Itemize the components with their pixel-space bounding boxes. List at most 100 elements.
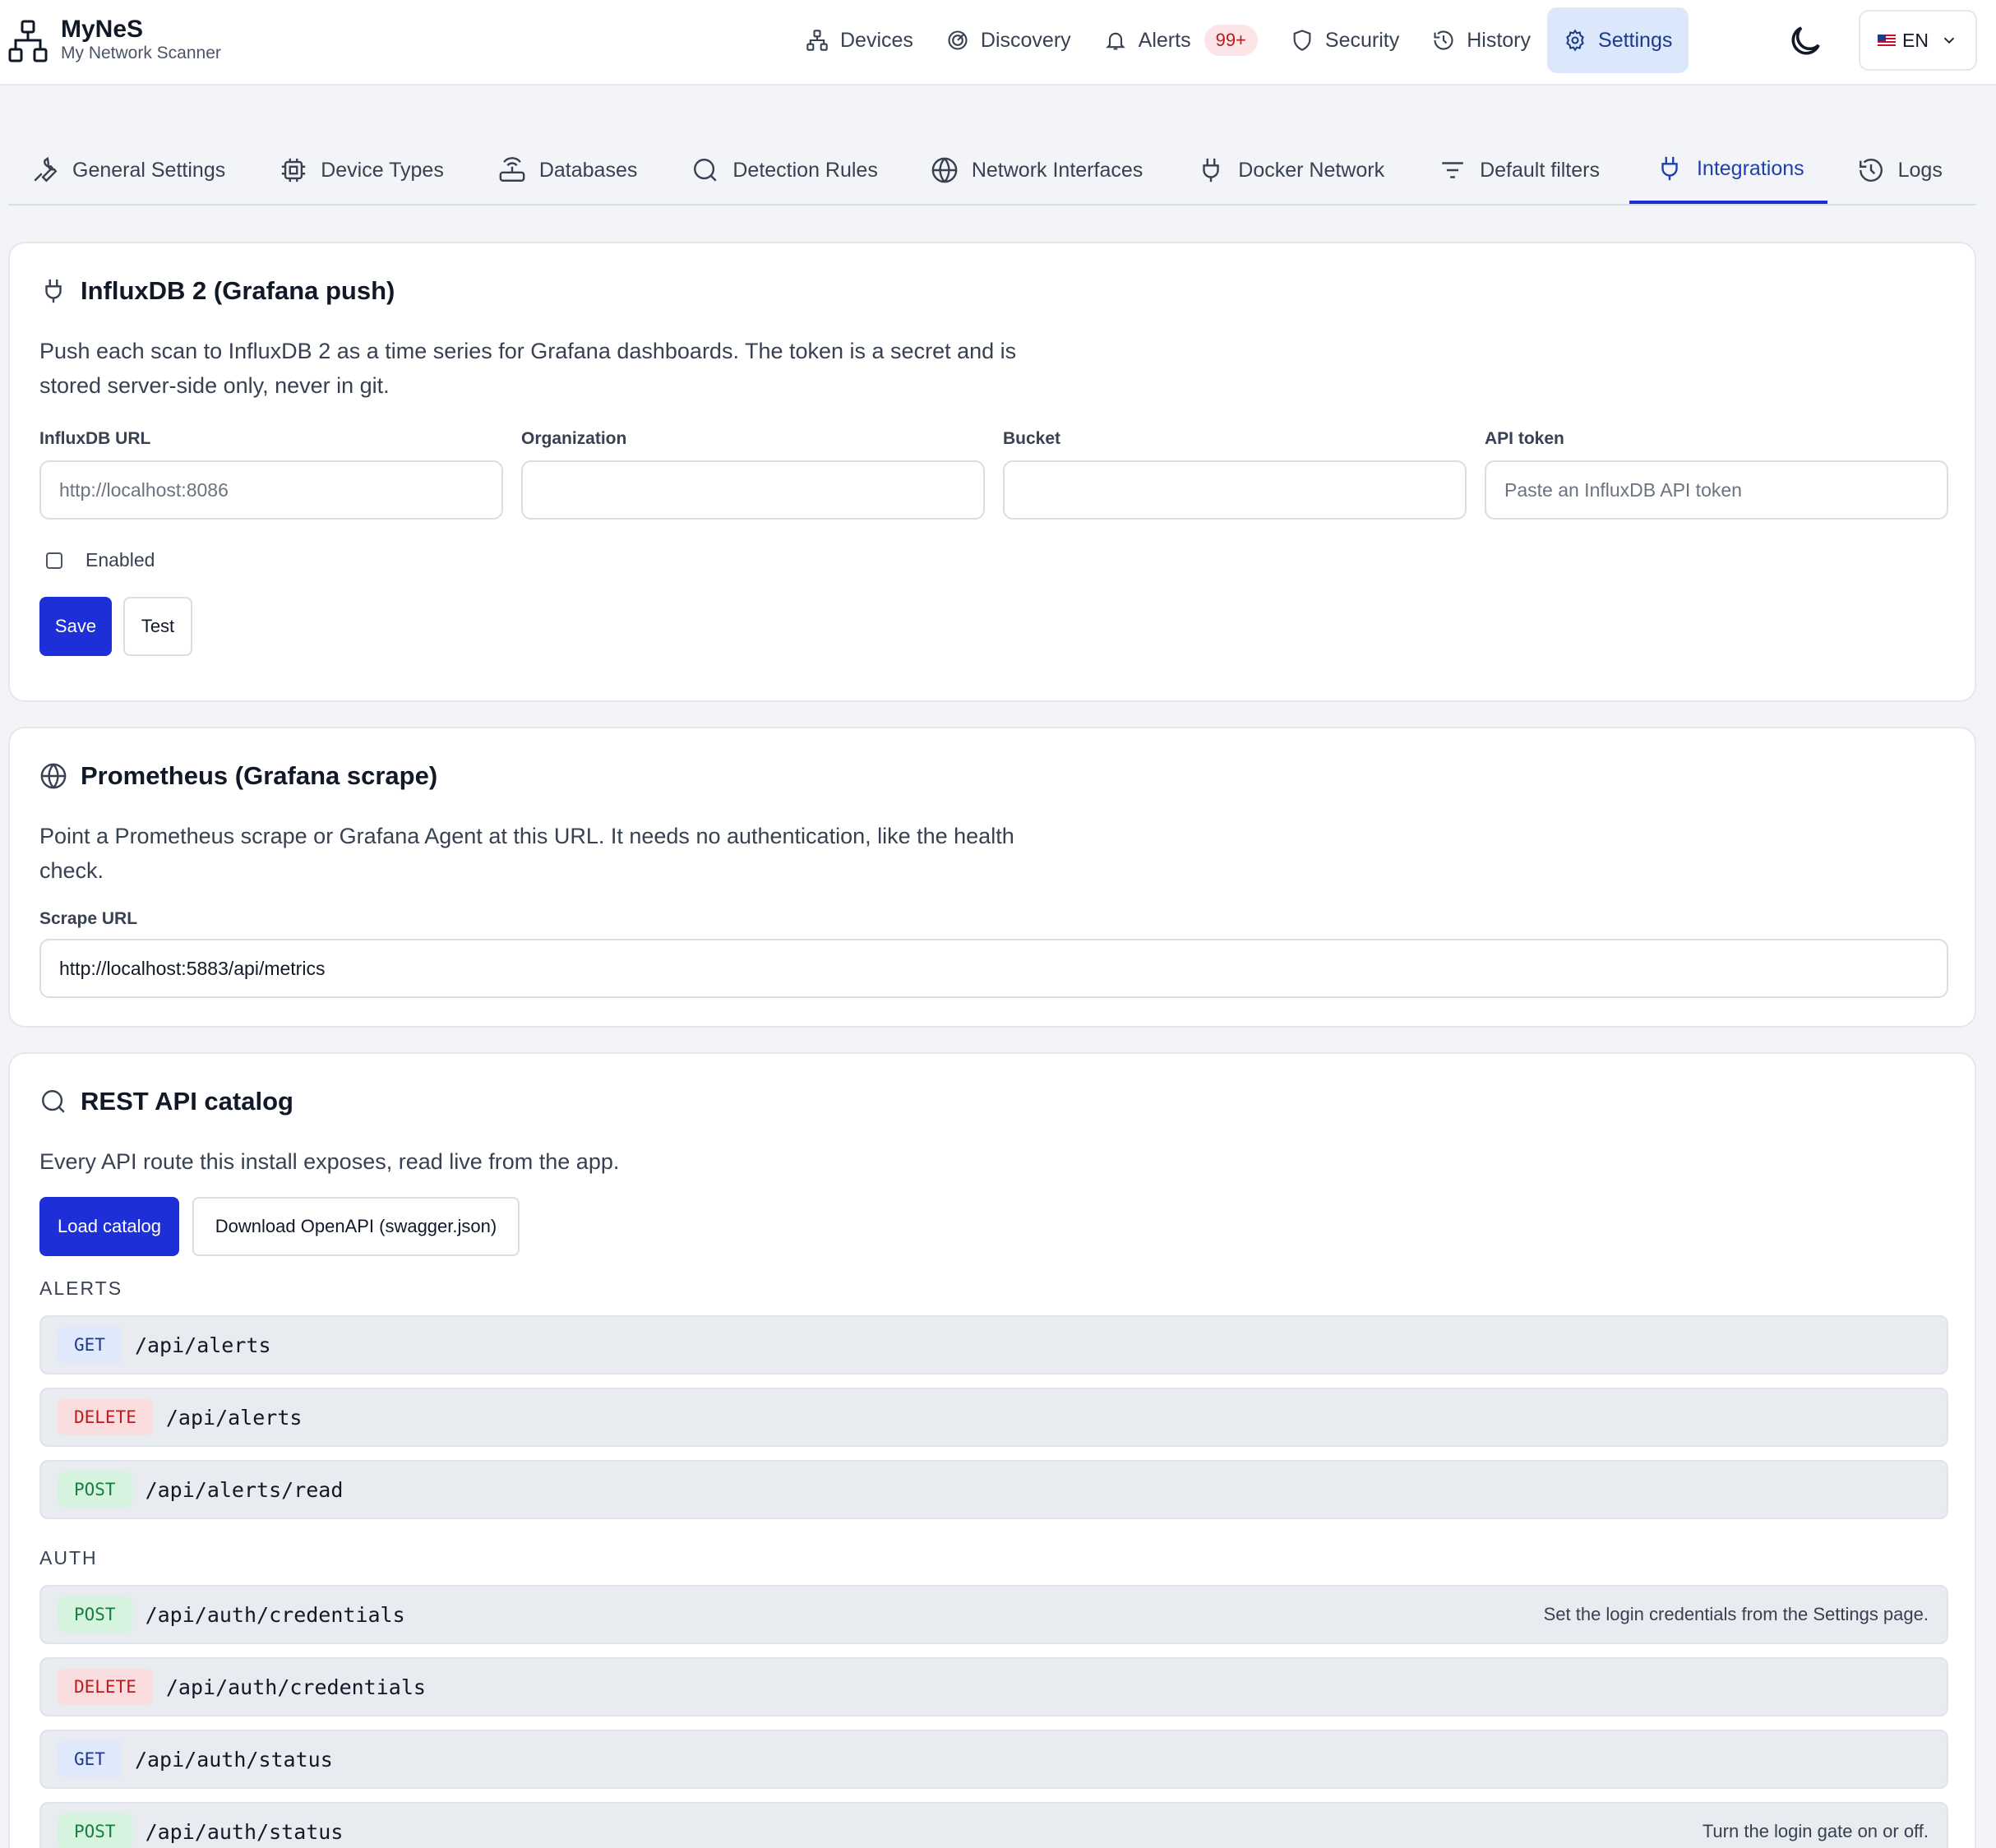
enabled-label: Enabled: [85, 549, 155, 571]
route-path: /api/auth/status: [145, 1819, 344, 1844]
catalog-description: Every API route this install exposes, re…: [39, 1149, 620, 1174]
tab-network-interfaces[interactable]: Network Interfaces: [931, 136, 1143, 204]
scrape-url-input[interactable]: [39, 939, 1948, 998]
api-route[interactable]: POST /api/auth/status Turn the login gat…: [39, 1802, 1948, 1848]
wrench-icon: [34, 156, 58, 182]
bucket-label: Bucket: [1003, 429, 1061, 448]
api-route[interactable]: POST /api/auth/credentials Set the login…: [39, 1585, 1948, 1644]
top-bar: MyNeS My Network Scanner Devices Discove…: [0, 0, 1996, 85]
influxdb-card: InfluxDB 2 (Grafana push) Push each scan…: [8, 242, 1976, 702]
save-button[interactable]: Save: [39, 597, 112, 656]
influxdb-url-input[interactable]: [39, 460, 503, 520]
moon-icon[interactable]: [1786, 21, 1825, 61]
api-route[interactable]: GET /api/auth/status: [39, 1730, 1948, 1789]
nav-history[interactable]: History: [1416, 7, 1547, 73]
network-icon: [806, 30, 828, 51]
tab-integrations[interactable]: Integrations: [1629, 136, 1827, 204]
influxdb-title-text: InfluxDB 2 (Grafana push): [81, 276, 395, 305]
bucket-input[interactable]: [1003, 460, 1467, 520]
nav-security-label: Security: [1324, 28, 1400, 52]
plug-icon: [1203, 158, 1219, 182]
app-title: MyNeS: [61, 16, 144, 43]
influxdb-url-label: InfluxDB URL: [39, 429, 151, 448]
method-badge: POST: [58, 1813, 132, 1848]
method-badge: DELETE: [58, 1399, 153, 1435]
globe-icon: [931, 157, 958, 183]
route-path: /api/alerts/read: [145, 1477, 344, 1502]
method-badge: POST: [58, 1471, 132, 1508]
shield-icon: [1293, 30, 1311, 51]
method-badge: GET: [58, 1741, 122, 1777]
method-badge: GET: [58, 1327, 122, 1363]
method-badge: POST: [58, 1596, 132, 1633]
api-route[interactable]: POST /api/alerts/read: [39, 1460, 1948, 1519]
prometheus-description: Point a Prometheus scrape or Grafana Age…: [39, 824, 1014, 883]
route-path: /api/auth/credentials: [165, 1675, 426, 1699]
download-openapi-button[interactable]: Download OpenAPI (swagger.json): [192, 1197, 520, 1256]
history-icon: [1434, 30, 1453, 50]
enabled-row: Enabled: [46, 549, 155, 571]
organization-label: Organization: [521, 429, 627, 448]
group-label-auth: AUTH: [39, 1547, 98, 1568]
route-path: /api/auth/status: [134, 1747, 333, 1772]
influxdb-description: Push each scan to InfluxDB 2 as a time s…: [39, 339, 1017, 398]
influxdb-title: InfluxDB 2 (Grafana push): [39, 276, 395, 306]
globe-icon: [40, 763, 67, 789]
network-logo-icon: [8, 20, 48, 62]
plug-icon: [1661, 156, 1678, 181]
us-flag-icon: [1878, 34, 1897, 47]
app-subtitle: My Network Scanner: [61, 44, 221, 62]
tab-label: Integrations: [1696, 156, 1804, 180]
tab-device-types[interactable]: Device Types: [280, 136, 444, 204]
tab-general-settings[interactable]: General Settings: [31, 136, 225, 204]
group-label-alerts: ALERTS: [39, 1277, 123, 1299]
scrape-url-label: Scrape URL: [39, 909, 138, 928]
route-path: /api/auth/credentials: [145, 1602, 405, 1627]
settings-tabs: General Settings Device Types Databases …: [8, 136, 1976, 206]
api-route[interactable]: DELETE /api/auth/credentials: [39, 1657, 1948, 1716]
api-route[interactable]: DELETE /api/alerts: [39, 1388, 1948, 1447]
api-token-label: API token: [1485, 429, 1564, 448]
bell-icon: [1105, 32, 1125, 50]
catalog-title: REST API catalog: [39, 1087, 293, 1116]
prometheus-title-text: Prometheus (Grafana scrape): [81, 761, 438, 790]
brand[interactable]: MyNeS My Network Scanner: [8, 15, 221, 64]
enabled-checkbox[interactable]: [46, 552, 62, 569]
nav-settings-label: Settings: [1598, 28, 1673, 52]
nav-devices[interactable]: Devices: [789, 7, 930, 73]
api-route[interactable]: GET /api/alerts: [39, 1315, 1948, 1374]
language-select[interactable]: EN: [1859, 10, 1977, 71]
main-nav: Devices Discovery Alerts 99+ Security Hi…: [789, 7, 1689, 73]
nav-security[interactable]: Security: [1274, 7, 1416, 73]
chip-icon: [282, 158, 306, 182]
catalog-title-text: REST API catalog: [81, 1087, 293, 1116]
route-path: /api/alerts: [134, 1333, 271, 1357]
nav-alerts-label: Alerts: [1138, 28, 1191, 52]
tab-detection-rules[interactable]: Detection Rules: [691, 136, 878, 204]
tab-default-filters[interactable]: Default filters: [1439, 136, 1600, 204]
filter-icon: [1442, 162, 1463, 178]
tab-label: Logs: [1897, 158, 1943, 182]
nav-history-label: History: [1467, 28, 1532, 52]
load-catalog-button[interactable]: Load catalog: [39, 1197, 179, 1256]
prometheus-card: Prometheus (Grafana scrape) Point a Prom…: [8, 727, 1976, 1028]
organization-input[interactable]: [521, 460, 985, 520]
prometheus-title: Prometheus (Grafana scrape): [39, 761, 437, 791]
gear-icon: [1566, 29, 1584, 52]
tab-databases[interactable]: Databases: [498, 136, 638, 204]
tab-label: Device Types: [321, 158, 444, 182]
radar-icon: [948, 30, 968, 50]
tab-docker-network[interactable]: Docker Network: [1197, 136, 1384, 204]
tab-label: Docker Network: [1238, 158, 1385, 182]
tab-logs[interactable]: Logs: [1857, 136, 1943, 204]
history-icon: [1859, 159, 1883, 182]
nav-settings[interactable]: Settings: [1547, 7, 1689, 73]
nav-alerts[interactable]: Alerts 99+: [1088, 7, 1274, 73]
language-label: EN: [1902, 29, 1929, 51]
api-token-input[interactable]: [1485, 460, 1948, 520]
nav-discovery[interactable]: Discovery: [930, 7, 1088, 73]
tab-label: Databases: [538, 158, 638, 182]
alerts-count-badge: 99+: [1204, 25, 1258, 56]
tab-label: General Settings: [72, 158, 226, 182]
test-button[interactable]: Test: [123, 597, 192, 656]
